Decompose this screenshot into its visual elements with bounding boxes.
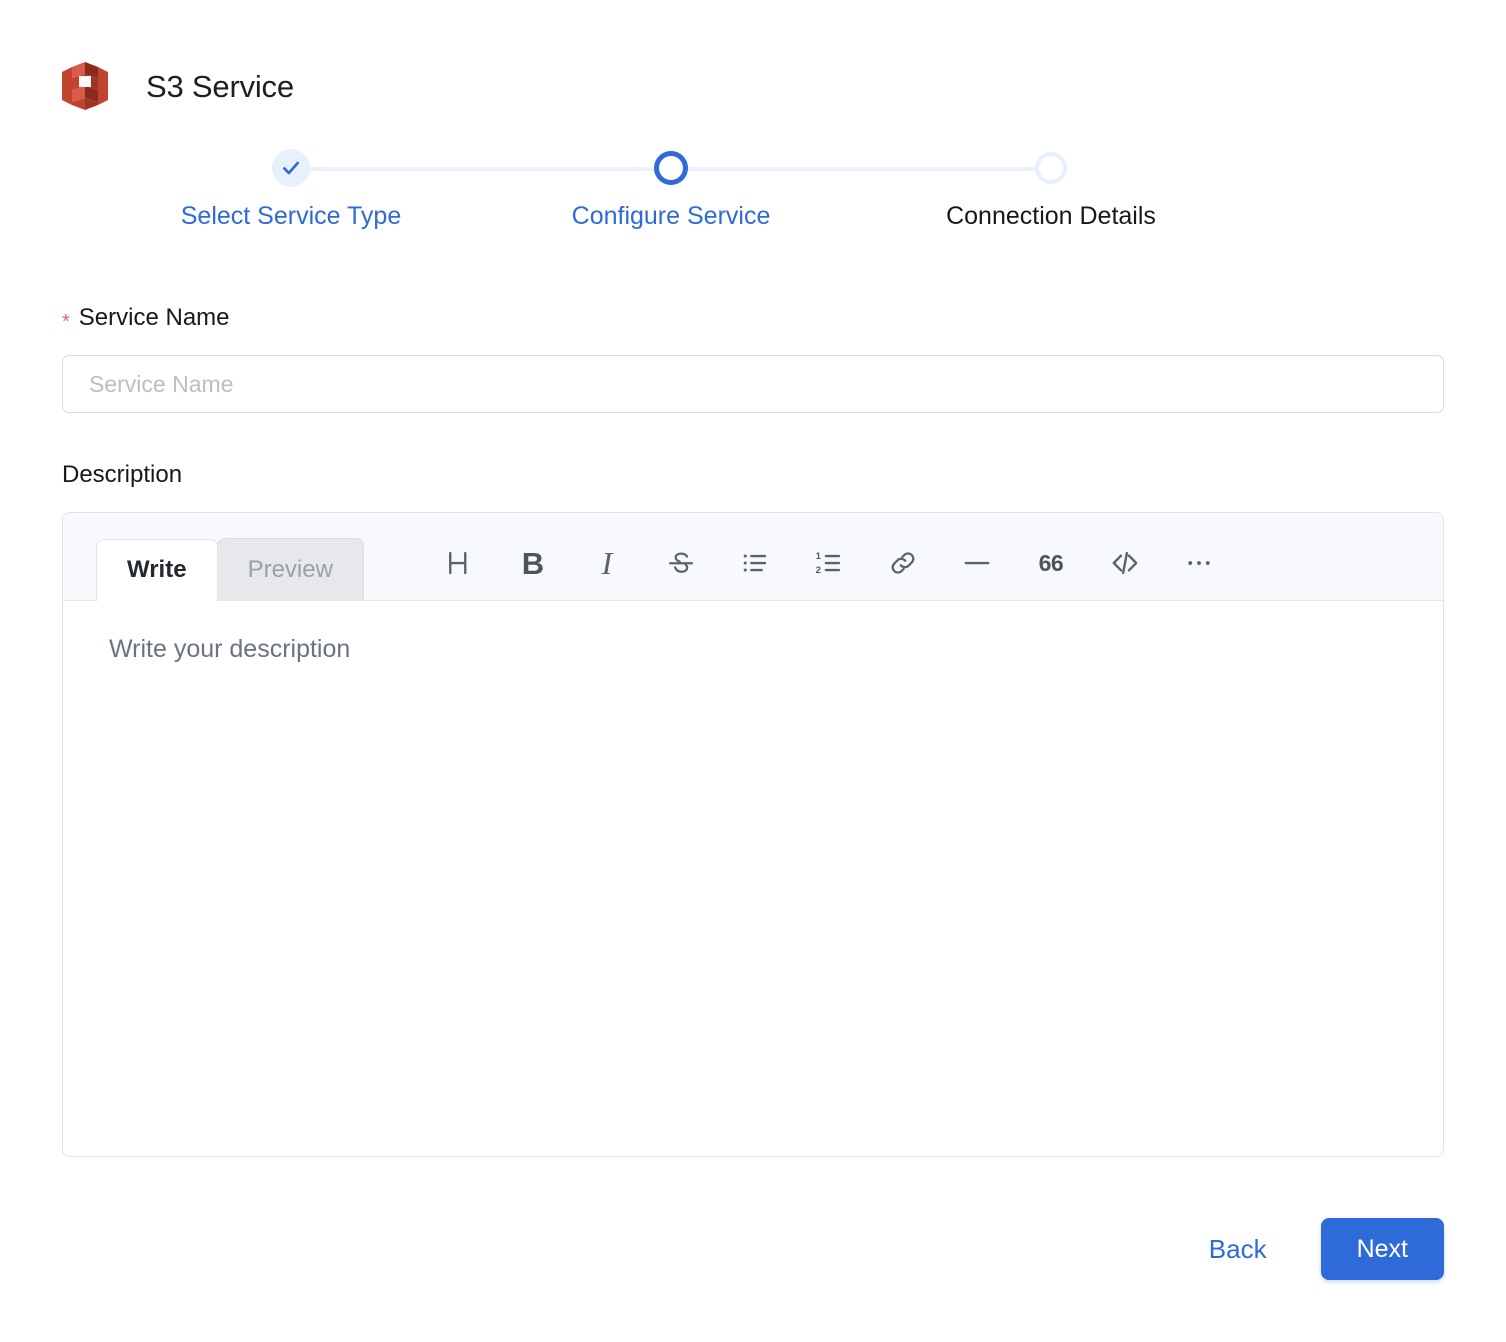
step-label-configure-service[interactable]: Configure Service — [572, 200, 771, 232]
service-configuration-page: S3 Service Select Service Type Configure… — [0, 0, 1506, 1342]
tab-write[interactable]: Write — [96, 539, 218, 601]
svg-text:2: 2 — [816, 565, 821, 575]
tab-preview[interactable]: Preview — [216, 538, 364, 600]
step-node-connection-details[interactable] — [1021, 138, 1081, 198]
service-name-input[interactable] — [62, 355, 1444, 413]
editor-tool-icons: B I 1 2 66 — [422, 538, 1236, 600]
italic-glyph: I — [601, 545, 613, 581]
description-editor-area[interactable]: Write your description — [63, 601, 1443, 1156]
step-active-circle — [654, 151, 688, 185]
description-label-text: Description — [62, 461, 183, 488]
page-header: S3 Service — [0, 0, 1506, 110]
bold-glyph: B — [521, 545, 545, 581]
heading-icon[interactable] — [422, 538, 496, 588]
step-node-configure-service[interactable] — [641, 138, 701, 198]
editor-toolbar: Write Preview B I 1 2 66 — [63, 513, 1443, 601]
more-options-icon[interactable] — [1162, 538, 1236, 588]
editor-tabs: Write Preview — [96, 513, 364, 601]
bullet-list-icon[interactable] — [718, 538, 792, 588]
strikethrough-icon[interactable] — [644, 538, 718, 588]
next-button[interactable]: Next — [1320, 1218, 1444, 1280]
service-name-label-text: Service Name — [78, 304, 230, 331]
step-completed-circle — [272, 149, 310, 187]
step-upcoming-circle — [1035, 152, 1067, 184]
description-placeholder: Write your description — [109, 635, 351, 663]
horizontal-rule-icon[interactable] — [940, 538, 1014, 588]
step-connector-1 — [291, 167, 671, 171]
required-marker: * — [62, 311, 70, 333]
step-connector-2 — [671, 167, 1051, 171]
blockquote-glyph: 66 — [1038, 549, 1064, 576]
wizard-footer: Back Next — [1205, 1218, 1444, 1280]
blockquote-icon[interactable]: 66 — [1014, 538, 1088, 588]
service-name-label: * Service Name — [62, 302, 1444, 334]
svg-text:1: 1 — [816, 551, 821, 561]
wizard-stepper: Select Service Type Configure Service Co… — [163, 138, 1343, 258]
italic-icon[interactable]: I — [570, 538, 644, 588]
check-icon — [283, 161, 299, 175]
code-icon[interactable] — [1088, 538, 1162, 588]
step-node-select-service-type[interactable] — [261, 138, 321, 198]
description-label: Description — [62, 459, 1444, 491]
stepper-labels: Select Service Type Configure Service Co… — [163, 200, 1343, 240]
back-button[interactable]: Back — [1205, 1228, 1271, 1271]
aws-s3-icon — [62, 62, 108, 110]
step-label-select-service-type[interactable]: Select Service Type — [181, 200, 401, 232]
service-form: * Service Name Description Write Preview — [0, 302, 1506, 1157]
bold-icon[interactable]: B — [496, 538, 570, 588]
link-icon[interactable] — [866, 538, 940, 588]
form-spacer — [62, 413, 1444, 459]
stepper-track — [163, 138, 1343, 198]
numbered-list-icon[interactable]: 1 2 — [792, 538, 866, 588]
page-title: S3 Service — [146, 68, 294, 104]
markdown-editor: Write Preview B I 1 2 66 Write your desc… — [62, 512, 1444, 1157]
step-label-connection-details[interactable]: Connection Details — [946, 200, 1156, 232]
